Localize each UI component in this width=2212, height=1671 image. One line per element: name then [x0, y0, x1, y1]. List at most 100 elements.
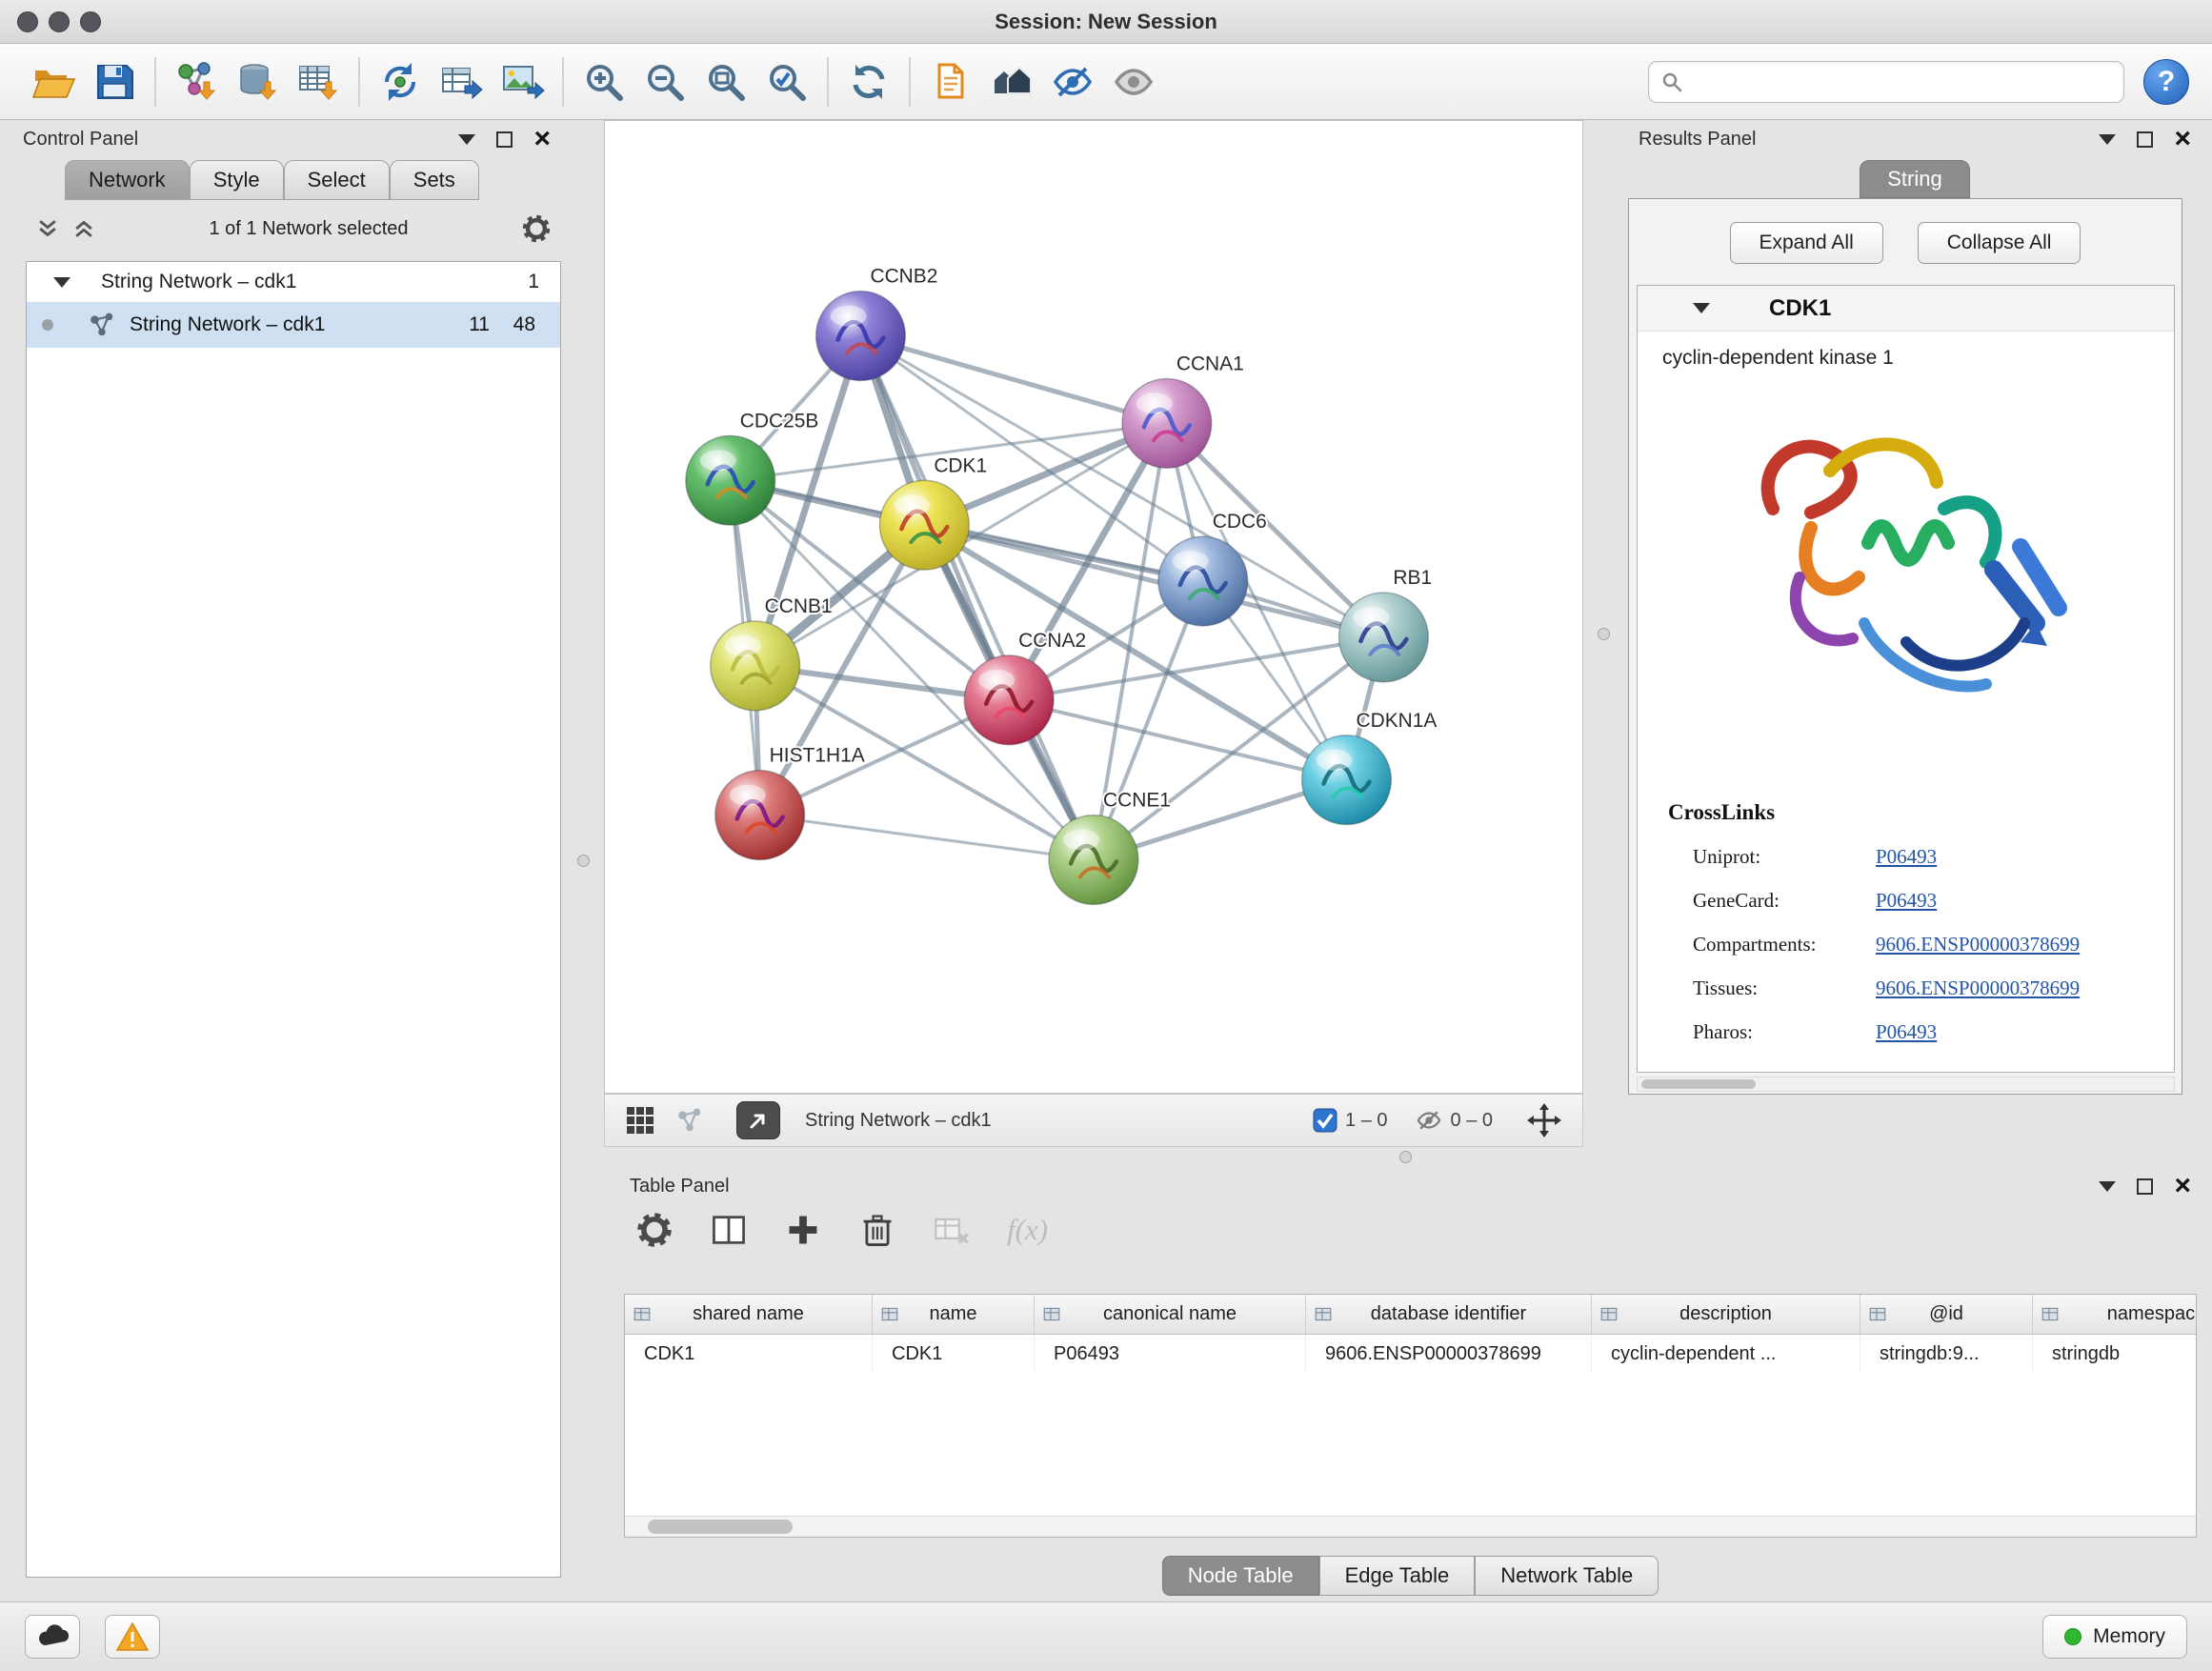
cell-canonical-name[interactable]: P06493 [1035, 1335, 1306, 1373]
cell-name[interactable]: CDK1 [873, 1335, 1035, 1373]
network-node-hist1h1a[interactable]: HIST1H1A [715, 745, 865, 860]
scrollbar-thumb[interactable] [648, 1520, 793, 1534]
collapse-panel-icon[interactable] [2099, 1181, 2116, 1192]
crosslink-link[interactable]: 9606.ENSP00000378699 [1876, 933, 2080, 956]
collapse-all-icon[interactable] [35, 216, 60, 241]
hidden-eye-icon[interactable] [1415, 1106, 1443, 1135]
export-image-button[interactable] [492, 52, 553, 111]
cell-namespace[interactable]: stringdb [2033, 1335, 2197, 1373]
warnings-button[interactable] [105, 1615, 160, 1659]
column-header-database-identifier[interactable]: database identifier [1306, 1295, 1592, 1334]
cell-database-identifier[interactable]: 9606.ENSP00000378699 [1306, 1335, 1592, 1373]
tab-string[interactable]: String [1860, 160, 1969, 198]
close-panel-icon[interactable]: × [2174, 125, 2191, 153]
zoom-out-button[interactable] [634, 52, 695, 111]
annotation-document-button[interactable] [920, 52, 981, 111]
scrollbar-thumb[interactable] [1641, 1079, 1756, 1089]
network-item-row[interactable]: String Network – cdk1 11 48 [27, 302, 560, 348]
column-header-description[interactable]: description [1592, 1295, 1860, 1334]
network-node-ccna1[interactable]: CCNA1 [1122, 352, 1244, 468]
collapse-panel-icon[interactable] [2099, 134, 2116, 145]
maximize-window-button[interactable] [80, 11, 101, 32]
network-node-rb1[interactable]: RB1 [1338, 567, 1432, 682]
gear-icon[interactable] [521, 213, 552, 244]
network-collection-row[interactable]: String Network – cdk1 1 [27, 262, 560, 302]
network-overview-icon[interactable] [675, 1106, 704, 1135]
column-header-shared-name[interactable]: shared name [625, 1295, 873, 1334]
tab-select[interactable]: Select [284, 160, 390, 200]
float-panel-icon[interactable] [2137, 1178, 2153, 1195]
minimize-window-button[interactable] [49, 11, 70, 32]
close-panel-icon[interactable]: × [533, 125, 551, 153]
home-view-button[interactable] [981, 52, 1042, 111]
pan-crosshair-icon[interactable] [1527, 1103, 1561, 1137]
float-panel-icon[interactable] [496, 131, 513, 148]
expander-icon[interactable] [53, 277, 70, 288]
detach-view-button[interactable] [736, 1101, 780, 1139]
cell-id[interactable]: stringdb:9... [1860, 1335, 2033, 1373]
table-horizontal-scrollbar[interactable] [625, 1516, 2196, 1537]
tab-network-table[interactable]: Network Table [1475, 1556, 1659, 1596]
network-edge-cdk1-rb1[interactable] [924, 525, 1383, 637]
table-row[interactable]: CDK1 CDK1 P06493 9606.ENSP00000378699 cy… [625, 1335, 2196, 1373]
import-network-from-file-button[interactable] [166, 52, 227, 111]
crosslink-link[interactable]: 9606.ENSP00000378699 [1876, 976, 2080, 1000]
import-network-from-database-button[interactable] [227, 52, 288, 111]
collapse-all-button[interactable]: Collapse All [1918, 222, 2081, 264]
import-table-from-file-button[interactable] [288, 52, 349, 111]
crosslink-link[interactable]: P06493 [1876, 889, 1937, 913]
network-edge-hist1h1a-ccne1[interactable] [760, 815, 1094, 860]
zoom-fit-button[interactable] [695, 52, 756, 111]
column-header-namespace[interactable]: namespace [2033, 1295, 2197, 1334]
protein-section-header[interactable]: CDK1 [1638, 286, 2174, 332]
network-node-cdc25b[interactable]: CDC25B [686, 410, 819, 525]
add-column-icon[interactable] [784, 1211, 822, 1249]
tab-style[interactable]: Style [190, 160, 284, 200]
network-edge-ccnb2-ccne1[interactable] [860, 336, 1094, 860]
column-header-canonical-name[interactable]: canonical name [1035, 1295, 1306, 1334]
collapse-panel-icon[interactable] [458, 134, 475, 145]
open-session-button[interactable] [23, 52, 84, 111]
zoom-selected-button[interactable] [756, 52, 817, 111]
network-node-cdc6[interactable]: CDC6 [1158, 511, 1267, 626]
section-expander-icon[interactable] [1693, 303, 1710, 313]
left-splitter-handle[interactable] [577, 855, 590, 867]
cell-description[interactable]: cyclin-dependent ... [1592, 1335, 1860, 1373]
new-network-from-selection-button[interactable] [370, 52, 431, 111]
crosslink-link[interactable]: P06493 [1876, 845, 1937, 869]
tab-node-table[interactable]: Node Table [1162, 1556, 1319, 1596]
search-input[interactable] [1691, 70, 2112, 92]
tab-sets[interactable]: Sets [390, 160, 479, 200]
save-session-button[interactable] [84, 52, 145, 111]
export-table-button[interactable] [431, 52, 492, 111]
bottom-splitter-handle[interactable] [1399, 1151, 1412, 1163]
results-horizontal-scrollbar[interactable] [1637, 1077, 2175, 1092]
cell-shared-name[interactable]: CDK1 [625, 1335, 873, 1373]
tab-edge-table[interactable]: Edge Table [1319, 1556, 1476, 1596]
network-node-ccnb2[interactable]: CCNB2 [816, 266, 938, 381]
grid-view-icon[interactable] [626, 1106, 654, 1135]
column-header-name[interactable]: name [873, 1295, 1035, 1334]
network-node-cdkn1a[interactable]: CDKN1A [1302, 710, 1438, 825]
tab-network[interactable]: Network [65, 160, 190, 200]
network-canvas[interactable]: CCNB2CCNA1CDC25BCDK1CDC6RB1CCNB1CCNA2CDK… [604, 120, 1583, 1094]
crosslink-link[interactable]: P06493 [1876, 1020, 1937, 1044]
memory-button[interactable]: Memory [2042, 1615, 2187, 1659]
select-columns-icon[interactable] [710, 1211, 748, 1249]
cloud-status-button[interactable] [25, 1615, 80, 1659]
help-button[interactable]: ? [2143, 59, 2189, 105]
network-edge-ccnb2-ccna1[interactable] [860, 336, 1166, 424]
expand-all-icon[interactable] [71, 216, 96, 241]
close-panel-icon[interactable]: × [2174, 1172, 2191, 1200]
hide-selected-button[interactable] [1042, 52, 1103, 111]
close-window-button[interactable] [17, 11, 38, 32]
refresh-view-button[interactable] [838, 52, 899, 111]
expand-all-button[interactable]: Expand All [1730, 222, 1883, 264]
network-graph[interactable]: CCNB2CCNA1CDC25BCDK1CDC6RB1CCNB1CCNA2CDK… [605, 121, 1582, 1093]
table-gear-icon[interactable] [635, 1211, 674, 1249]
selected-checkbox-icon[interactable] [1313, 1108, 1337, 1133]
zoom-in-button[interactable] [573, 52, 634, 111]
column-header-id[interactable]: @id [1860, 1295, 2033, 1334]
delete-column-icon[interactable] [858, 1211, 896, 1249]
float-panel-icon[interactable] [2137, 131, 2153, 148]
